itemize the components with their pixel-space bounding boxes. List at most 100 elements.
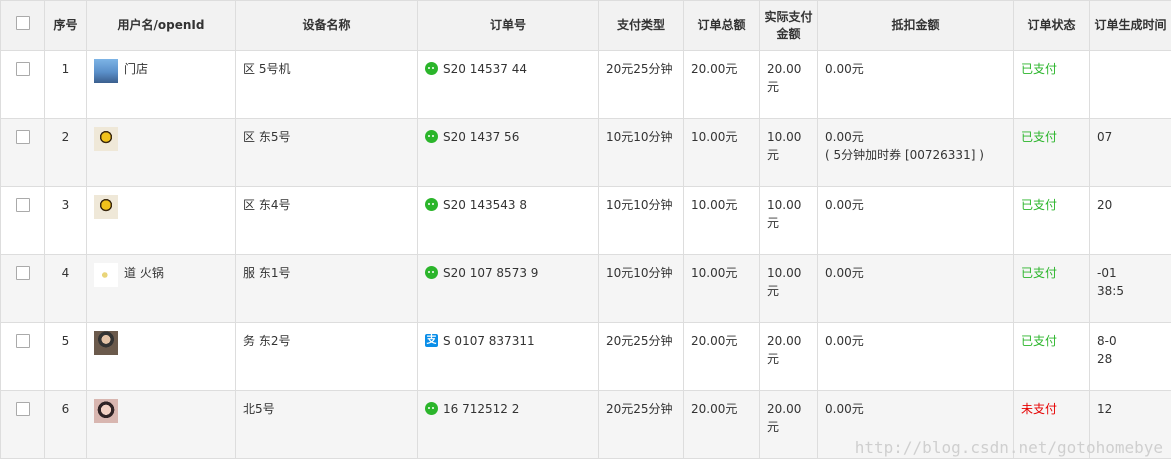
row-select-cell xyxy=(0,50,45,119)
header-order-no: 订单号 xyxy=(417,0,599,51)
row-checkbox[interactable] xyxy=(15,62,30,76)
created-line-2: 12 xyxy=(1097,402,1113,416)
deduction-amount: 0.00元 xyxy=(825,198,864,212)
header-index: 序号 xyxy=(44,0,87,51)
order-status: 已支付 xyxy=(1013,322,1090,391)
order-total: 10.00元 xyxy=(683,254,760,323)
user-cell: 道 火锅 xyxy=(86,254,236,323)
user-cell xyxy=(86,186,236,255)
row-checkbox[interactable] xyxy=(15,266,30,280)
device-name: 区 东5号 xyxy=(235,118,418,187)
created-cell: 20 xyxy=(1089,186,1171,255)
row-checkbox[interactable] xyxy=(15,130,30,144)
actual-paid: 20.00元 xyxy=(759,322,818,391)
order-no: S20 1437 56 xyxy=(443,130,520,144)
device-name: 务 东2号 xyxy=(235,322,418,391)
pay-type: 10元10分钟 xyxy=(598,254,684,323)
created-cell: 8-0 28 xyxy=(1089,322,1171,391)
header-device: 设备名称 xyxy=(235,0,418,51)
order-no-cell: 支 S 0107 837311 xyxy=(417,322,599,391)
row-index: 6 xyxy=(44,390,87,459)
pay-type: 20元25分钟 xyxy=(598,390,684,459)
pay-type: 20元25分钟 xyxy=(598,50,684,119)
actual-paid: 10.00元 xyxy=(759,254,818,323)
select-all-checkbox[interactable] xyxy=(15,16,30,30)
deduction-amount: 0.00元 xyxy=(825,266,864,280)
wechat-icon xyxy=(425,266,438,279)
header-actual: 实际支付金额 xyxy=(759,0,818,51)
user-cell xyxy=(86,322,236,391)
header-user: 用户名/openId xyxy=(86,0,236,51)
deduction-amount: 0.00元 xyxy=(825,334,864,348)
order-status: 已支付 xyxy=(1013,118,1090,187)
user-cell xyxy=(86,118,236,187)
header-total: 订单总额 xyxy=(683,0,760,51)
row-select-cell xyxy=(0,118,45,187)
pay-type: 10元10分钟 xyxy=(598,186,684,255)
order-no: S20 143543 8 xyxy=(443,198,527,212)
order-no: S 0107 837311 xyxy=(443,334,535,348)
header-deduction: 抵扣金额 xyxy=(817,0,1014,51)
wechat-icon xyxy=(425,62,438,75)
deduction-cell: 0.00元 xyxy=(817,50,1014,119)
order-total: 20.00元 xyxy=(683,390,760,459)
avatar xyxy=(94,263,118,287)
device-name: 北5号 xyxy=(235,390,418,459)
created-line-1: -01 xyxy=(1097,266,1117,280)
row-checkbox[interactable] xyxy=(15,198,30,212)
header-created: 订单生成时间 xyxy=(1089,0,1171,51)
table-row: 5务 东2号支 S 0107 837311 20元25分钟 20.00元 20.00元 0… xyxy=(0,322,1171,391)
table-row: 2区 东5号 S20 1437 56 10元10分钟 10.00元 10.00元 0.00… xyxy=(0,118,1171,187)
user-name: 门店 xyxy=(124,62,149,76)
order-no-cell: S20 143543 8 xyxy=(417,186,599,255)
created-line-2: 38:5 xyxy=(1097,284,1124,298)
row-select-cell xyxy=(0,390,45,459)
order-no-cell: S20 1437 56 xyxy=(417,118,599,187)
actual-paid: 20.00元 xyxy=(759,50,818,119)
device-name: 服 东1号 xyxy=(235,254,418,323)
deduction-cell: 0.00元 xyxy=(817,254,1014,323)
select-all-header xyxy=(0,0,45,51)
order-status: 已支付 xyxy=(1013,186,1090,255)
created-cell: 07 xyxy=(1089,118,1171,187)
created-line-2: 07 xyxy=(1097,130,1113,144)
row-checkbox[interactable] xyxy=(15,334,30,348)
user-name: 道 火锅 xyxy=(124,266,164,280)
created-line-1: 20 xyxy=(1097,198,1113,212)
order-no: S20 107 8573 9 xyxy=(443,266,539,280)
created-line-2: 28 xyxy=(1097,352,1113,366)
deduction-cell: 0.00元 xyxy=(817,322,1014,391)
created-cell xyxy=(1089,50,1171,119)
deduction-amount: 0.00元 xyxy=(825,402,864,416)
avatar xyxy=(94,59,118,83)
pay-type: 10元10分钟 xyxy=(598,118,684,187)
order-total: 10.00元 xyxy=(683,118,760,187)
order-no: 16 712512 2 xyxy=(443,402,520,416)
alipay-icon: 支 xyxy=(425,334,438,347)
wechat-icon xyxy=(425,130,438,143)
table-row: 4道 火锅服 东1号 S20 107 8573 9 10元10分钟 10.00元 10.… xyxy=(0,254,1171,323)
wechat-icon xyxy=(425,198,438,211)
user-cell xyxy=(86,390,236,459)
orders-table: 序号 用户名/openId 设备名称 订单号 支付类型 订单总额 实际支付金额 … xyxy=(0,0,1171,459)
order-total: 20.00元 xyxy=(683,322,760,391)
deduction-cell: 0.00元 ( 5分钟加时券 [00726331] ) xyxy=(817,118,1014,187)
deduction-cell: 0.00元 xyxy=(817,186,1014,255)
header-pay-type: 支付类型 xyxy=(598,0,684,51)
order-total: 10.00元 xyxy=(683,186,760,255)
deduction-note: ( 5分钟加时券 [00726331] ) xyxy=(825,148,984,162)
row-index: 2 xyxy=(44,118,87,187)
row-select-cell xyxy=(0,254,45,323)
row-index: 3 xyxy=(44,186,87,255)
watermark: http://blog.csdn.net/gotohomebye xyxy=(854,438,1163,457)
deduction-amount: 0.00元 xyxy=(825,62,864,76)
avatar xyxy=(94,195,118,219)
row-index: 1 xyxy=(44,50,87,119)
row-index: 4 xyxy=(44,254,87,323)
row-select-cell xyxy=(0,186,45,255)
device-name: 区 5号机 xyxy=(235,50,418,119)
order-total: 20.00元 xyxy=(683,50,760,119)
order-no-cell: S20 107 8573 9 xyxy=(417,254,599,323)
row-checkbox[interactable] xyxy=(15,402,30,416)
order-status: 已支付 xyxy=(1013,254,1090,323)
